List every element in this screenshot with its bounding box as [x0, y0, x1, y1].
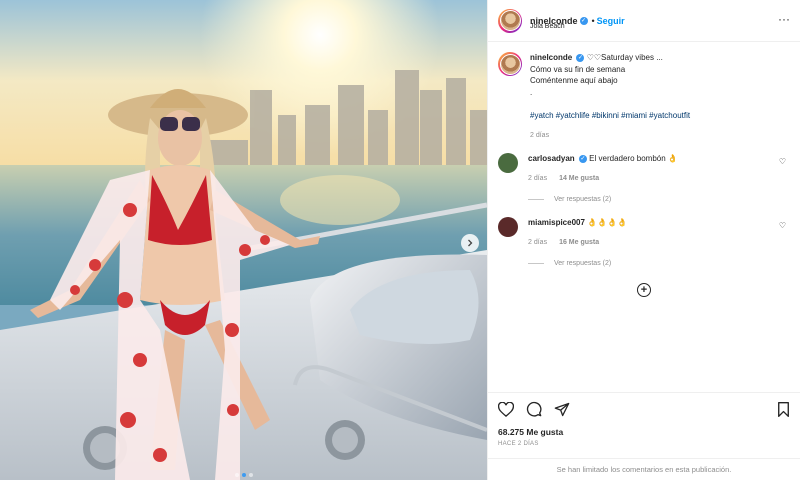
heart-icon[interactable]: ♡: [779, 157, 786, 166]
replies-divider: [528, 263, 544, 264]
commenter-username[interactable]: miamispice007: [528, 218, 585, 227]
post-image[interactable]: [0, 0, 487, 480]
comment-likes[interactable]: 16 Me gusta: [559, 237, 599, 248]
comment-item: miamispice007 👌👌👌👌 2 días 16 Me gusta Ve…: [498, 217, 790, 269]
more-options-icon[interactable]: ···: [778, 12, 790, 26]
comment-likes[interactable]: 14 Me gusta: [559, 173, 599, 184]
verified-icon: ✓: [579, 16, 588, 25]
instagram-post-view: ninelconde ✓ • Seguir Joia Beach ··· nin…: [0, 0, 800, 480]
heart-icon[interactable]: [498, 401, 514, 417]
caption-time: 2 días: [530, 131, 550, 139]
author-avatar[interactable]: [498, 8, 522, 33]
comment-text: 👌👌👌👌: [587, 218, 628, 227]
caption-line-2: Cómo va su fin de semana: [530, 64, 626, 74]
heart-icon[interactable]: ♡: [779, 221, 786, 230]
comments-limited-notice: Se han limitado los comentarios en esta …: [488, 458, 800, 480]
view-replies-label: Ver respuestas (2): [554, 260, 612, 267]
likes-count[interactable]: 68.275 Me gusta: [498, 427, 790, 437]
verified-icon: ✓: [576, 53, 585, 62]
post-age: HACE 2 DÍAS: [498, 441, 539, 447]
comment-icon[interactable]: [526, 401, 542, 417]
comment-text: El verdadero bombón 👌: [589, 154, 678, 163]
bookmark-icon[interactable]: [777, 402, 790, 417]
comment-item: carlosadyan ✓ El verdadero bombón 👌 2 dí…: [498, 153, 790, 205]
plus-circle-icon[interactable]: +: [637, 283, 651, 297]
caption-hashtags[interactable]: #yatch #yatchlife #bikinni #miami #yatch…: [530, 110, 690, 122]
comments-section: ninelconde ✓ ♡♡Saturday vibes ... Cómo v…: [488, 42, 800, 392]
caption-line-4: .: [530, 87, 533, 97]
view-replies-button[interactable]: Ver respuestas (2): [528, 194, 790, 205]
caption: ninelconde ✓ ♡♡Saturday vibes ... Cómo v…: [498, 52, 790, 141]
post-location[interactable]: Joia Beach: [530, 23, 565, 30]
view-replies-button[interactable]: Ver respuestas (2): [528, 258, 790, 269]
chevron-right-icon: [468, 239, 473, 247]
commenter-avatar[interactable]: [498, 153, 518, 173]
commenter-username[interactable]: carlosadyan: [528, 154, 575, 163]
carousel-dot: [241, 473, 246, 477]
view-replies-label: Ver respuestas (2): [554, 196, 612, 203]
post-header: ninelconde ✓ • Seguir Joia Beach ···: [488, 0, 800, 42]
post-actions: 68.275 Me gusta HACE 2 DÍAS Se han limit…: [488, 392, 800, 480]
comment-time: 2 días: [528, 175, 548, 182]
commenter-avatar[interactable]: [498, 217, 518, 237]
caption-avatar[interactable]: [498, 52, 522, 76]
carousel-dot: [248, 473, 253, 477]
caption-line-3: Coméntenme aquí abajo: [530, 76, 618, 85]
caption-text: ninelconde ✓ ♡♡Saturday vibes ... Cómo v…: [530, 52, 690, 141]
load-more-comments[interactable]: +: [498, 283, 790, 297]
post-side-panel: ninelconde ✓ • Seguir Joia Beach ··· nin…: [487, 0, 800, 480]
photo-illustration: [0, 0, 487, 480]
carousel-next-button[interactable]: [461, 234, 479, 252]
comment-time: 2 días: [528, 239, 548, 246]
carousel-indicator: [234, 473, 253, 477]
caption-username[interactable]: ninelconde: [530, 53, 572, 62]
separator-dot: •: [591, 15, 595, 26]
caption-line-1: ♡♡Saturday vibes ...: [586, 53, 663, 62]
share-icon[interactable]: [554, 402, 570, 417]
carousel-dot: [234, 473, 239, 477]
replies-divider: [528, 199, 544, 200]
verified-icon: ✓: [578, 154, 587, 163]
follow-button[interactable]: Seguir: [597, 16, 625, 26]
